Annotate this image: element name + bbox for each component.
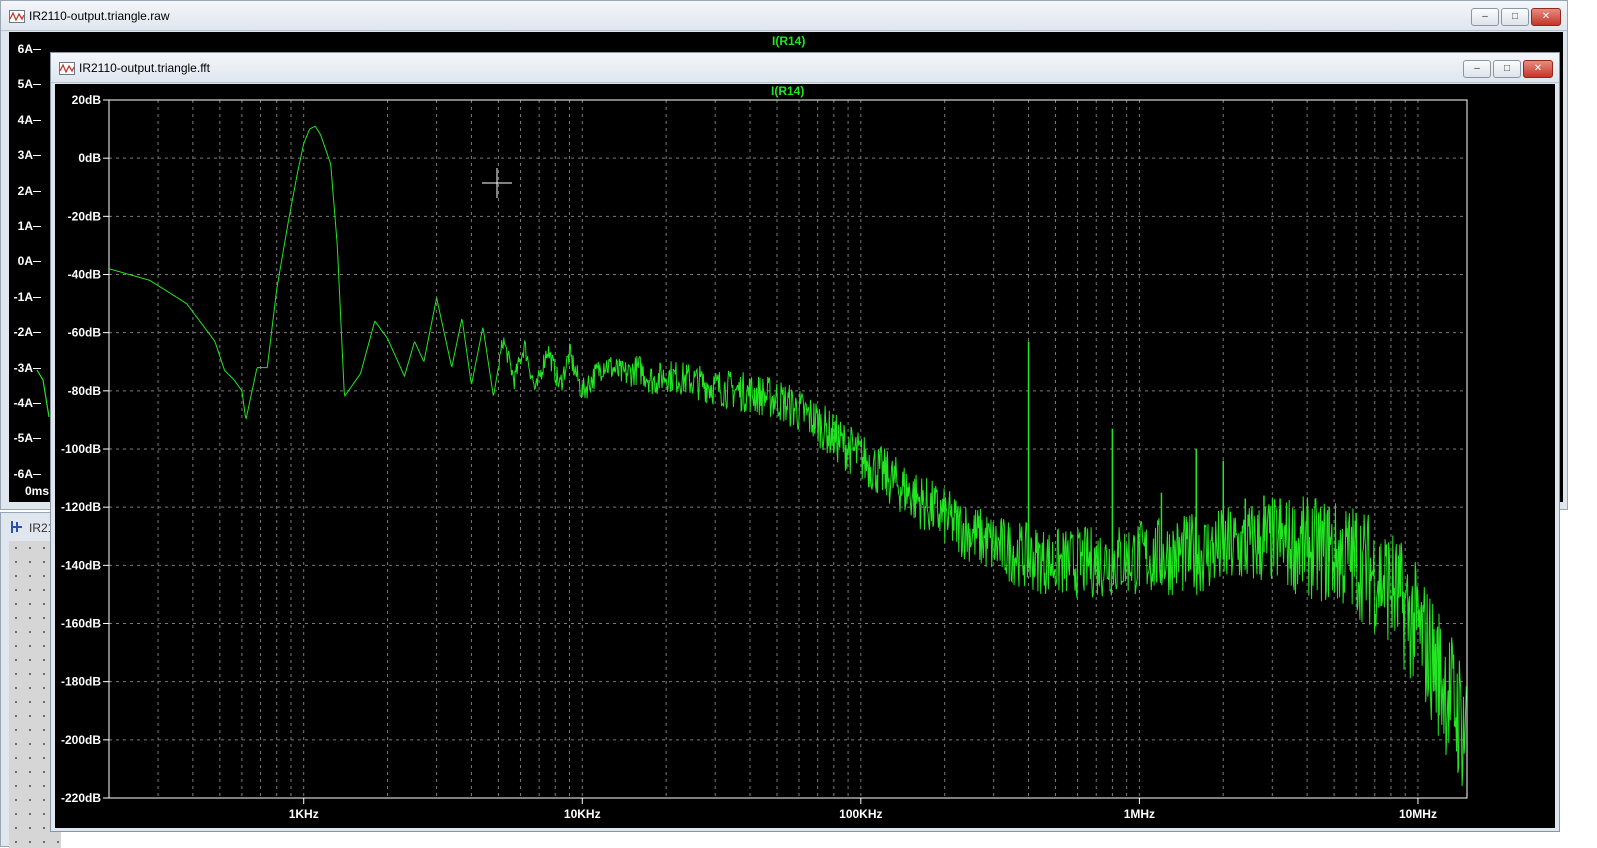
fft-chart[interactable]: 20dB 0dB -20dB -40dB -60dB -80dB -100dB -120dB -… <box>55 84 1555 828</box>
fft-window-title: IR2110-output.triangle.fft <box>79 61 210 75</box>
y-tick-label: -180dB <box>61 675 101 689</box>
waveform-window-icon <box>59 62 75 75</box>
schematic-icon <box>11 521 22 533</box>
maximize-button[interactable]: □ <box>1493 60 1521 78</box>
y-tick-label: -80dB <box>68 384 102 398</box>
y-tick-label: -160dB <box>61 617 101 631</box>
close-button[interactable]: ✕ <box>1531 8 1561 26</box>
close-button[interactable]: ✕ <box>1523 60 1553 78</box>
fft-plot-area[interactable]: 20dB 0dB -20dB -40dB -60dB -80dB -100dB -120dB -… <box>55 84 1555 828</box>
fft-window[interactable]: IR2110-output.triangle.fft – □ ✕ 20dB 0dB… <box>50 52 1560 832</box>
y-tick-label: -220dB <box>61 791 101 805</box>
x-tick-label: 1MHz <box>1124 807 1155 821</box>
y-tick-label: -60dB <box>68 326 102 340</box>
spectrum-trace <box>108 125 1467 787</box>
y-tick-label: -120dB <box>61 500 101 514</box>
fft-trace-label[interactable]: I(R14) <box>771 84 804 98</box>
y-tick-label: 20dB <box>72 93 102 107</box>
y-tick-label: -40dB <box>68 268 102 282</box>
waveform-window-icon <box>9 10 25 23</box>
maximize-button[interactable]: □ <box>1501 8 1529 26</box>
x-tick-label: 10MHz <box>1399 807 1437 821</box>
minimize-button[interactable]: – <box>1463 60 1491 78</box>
y-tick-label: -200dB <box>61 733 101 747</box>
fft-window-titlebar[interactable]: IR2110-output.triangle.fft – □ ✕ <box>51 53 1559 83</box>
y-tick-label: -140dB <box>61 558 101 572</box>
y-tick-label: 0dB <box>78 151 101 165</box>
y-tick-label: -100dB <box>61 442 101 456</box>
x-tick-label: 10KHz <box>564 807 601 821</box>
raw-window-titlebar[interactable]: IR2110-output.triangle.raw – □ ✕ <box>1 1 1567 31</box>
x-tick-label: 100KHz <box>839 807 882 821</box>
raw-trace-label[interactable]: I(R14) <box>772 34 805 48</box>
y-tick-label: -20dB <box>68 209 102 223</box>
minimize-button[interactable]: – <box>1471 8 1499 26</box>
raw-window-title: IR2110-output.triangle.raw <box>29 9 170 23</box>
x-tick-label: 1KHz <box>289 807 319 821</box>
